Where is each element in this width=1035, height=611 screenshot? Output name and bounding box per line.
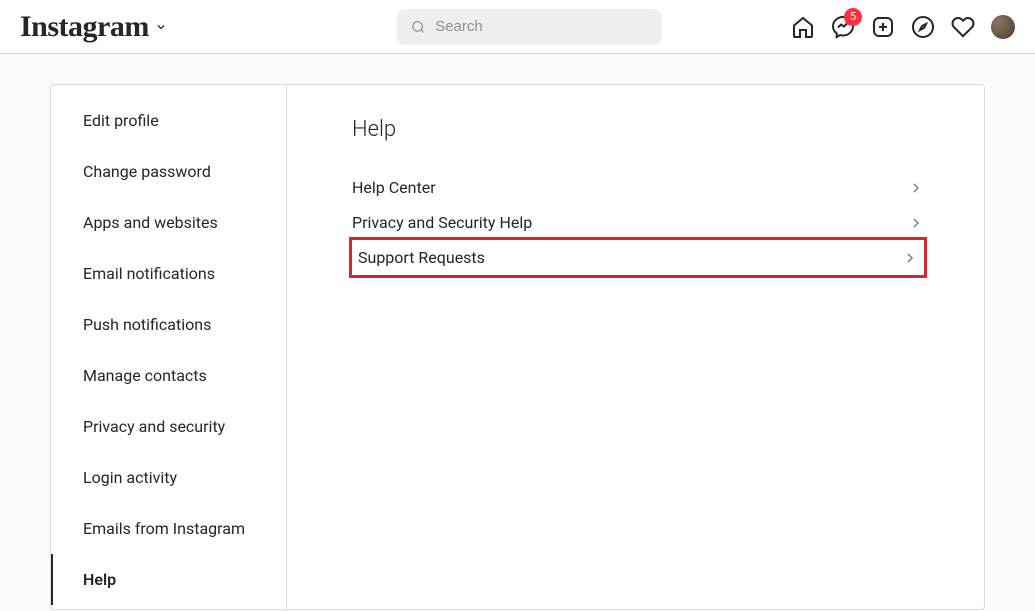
sidebar-item-edit-profile[interactable]: Edit profile	[51, 95, 286, 146]
nav-icons: 5	[791, 15, 1015, 39]
sidebar-item-label: Privacy and security	[83, 417, 225, 436]
top-header: Instagram 5	[0, 0, 1035, 54]
sidebar-item-label: Emails from Instagram	[83, 519, 245, 538]
home-icon[interactable]	[791, 15, 815, 39]
sidebar-item-email-notifications[interactable]: Email notifications	[51, 248, 286, 299]
sidebar-item-label: Help	[83, 570, 116, 589]
sidebar-item-login-activity[interactable]: Login activity	[51, 452, 286, 503]
chevron-down-icon	[155, 21, 167, 33]
help-item-label: Help Center	[352, 178, 436, 197]
sidebar-item-label: Push notifications	[83, 315, 211, 334]
sidebar-item-change-password[interactable]: Change password	[51, 146, 286, 197]
messenger-icon[interactable]: 5	[831, 15, 855, 39]
sidebar-item-label: Apps and websites	[83, 213, 218, 232]
sidebar-item-apps-and-websites[interactable]: Apps and websites	[51, 197, 286, 248]
sidebar-item-manage-contacts[interactable]: Manage contacts	[51, 350, 286, 401]
activity-icon[interactable]	[951, 15, 975, 39]
settings-container: Edit profile Change password Apps and webs…	[50, 84, 985, 610]
sidebar-item-label: Manage contacts	[83, 366, 207, 385]
sidebar-item-help[interactable]: Help	[51, 554, 286, 605]
chevron-right-icon	[908, 180, 924, 196]
sidebar-item-push-notifications[interactable]: Push notifications	[51, 299, 286, 350]
sidebar-item-label: Change password	[83, 162, 211, 181]
sidebar-item-label: Login activity	[83, 468, 177, 487]
help-item-help-center[interactable]: Help Center	[352, 170, 924, 205]
avatar[interactable]	[991, 15, 1015, 39]
help-item-support-requests[interactable]: Support Requests	[349, 237, 927, 278]
search-input[interactable]	[435, 18, 648, 35]
logo-text: Instagram	[20, 10, 149, 44]
chevron-right-icon	[908, 215, 924, 231]
sidebar-item-label: Edit profile	[83, 111, 159, 130]
help-list: Help Center Privacy and Security Help Supp…	[352, 170, 924, 275]
search-icon	[411, 19, 425, 35]
logo-area[interactable]: Instagram	[20, 10, 167, 44]
settings-sidebar: Edit profile Change password Apps and webs…	[51, 85, 287, 609]
page-title: Help	[352, 117, 924, 142]
sidebar-item-privacy-and-security[interactable]: Privacy and security	[51, 401, 286, 452]
badge-count: 5	[844, 8, 862, 26]
help-item-label: Support Requests	[358, 248, 485, 267]
search-box[interactable]	[397, 9, 662, 45]
settings-main: Help Help Center Privacy and Security Hel…	[287, 85, 984, 609]
sidebar-item-label: Email notifications	[83, 264, 215, 283]
help-item-privacy-and-security-help[interactable]: Privacy and Security Help	[352, 205, 924, 240]
help-item-label: Privacy and Security Help	[352, 213, 532, 232]
new-post-icon[interactable]	[871, 15, 895, 39]
chevron-right-icon	[902, 250, 918, 266]
sidebar-item-emails-from-instagram[interactable]: Emails from Instagram	[51, 503, 286, 554]
explore-icon[interactable]	[911, 15, 935, 39]
